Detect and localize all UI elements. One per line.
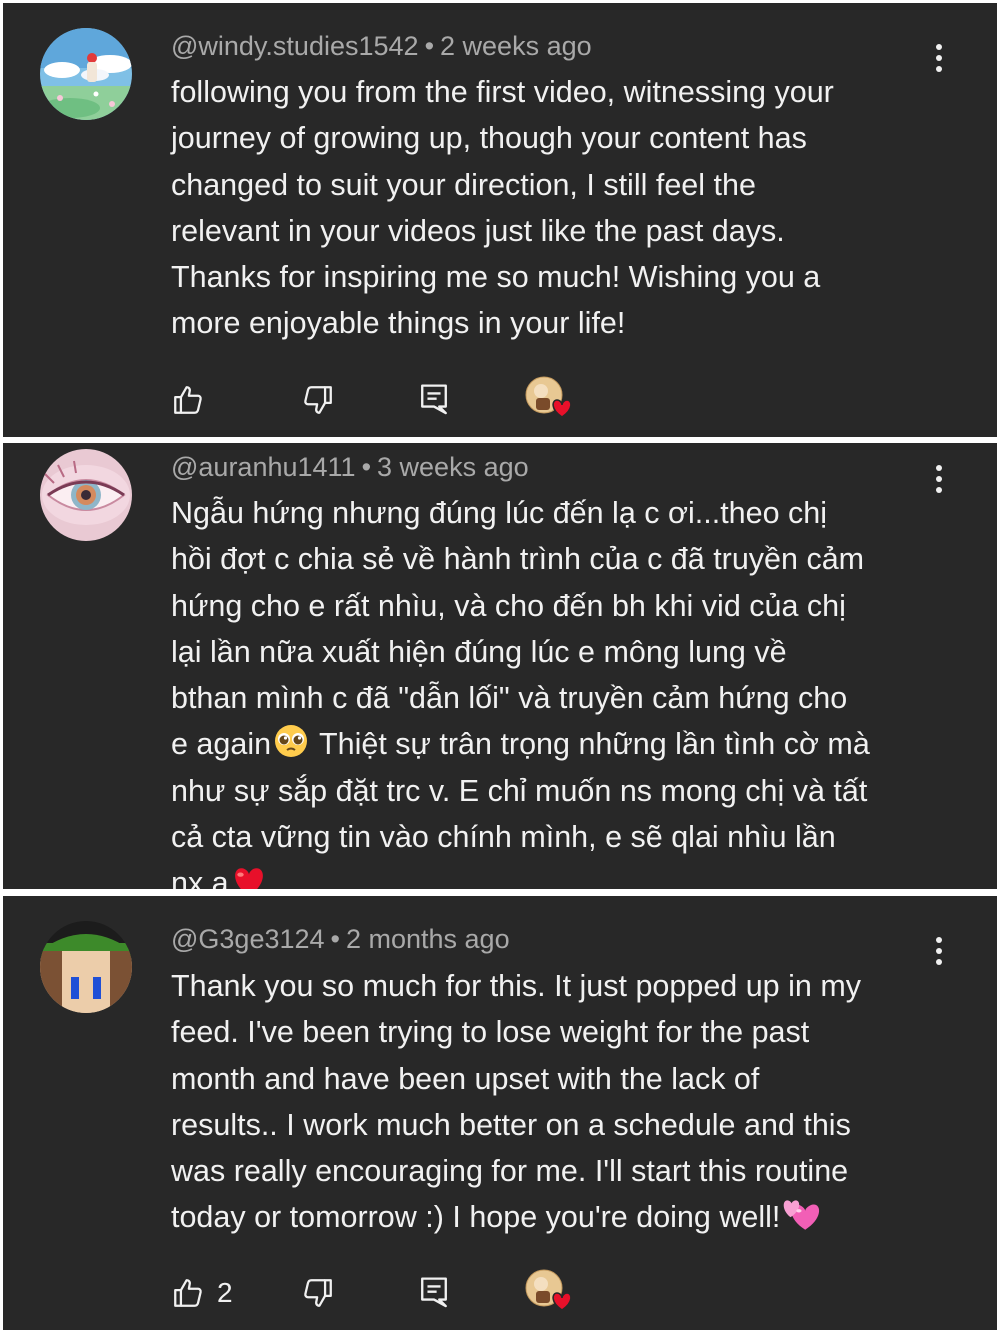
author-name[interactable]: @auranhu1411 <box>171 452 356 482</box>
meta-separator: • <box>424 31 435 61</box>
author-name[interactable]: @windy.studies1542 <box>171 31 419 61</box>
comment-actions <box>171 376 591 420</box>
meta-separator: • <box>361 452 372 482</box>
comment-text: Ngẫu hứng nhưng đúng lúc đến lạ c ơi...t… <box>171 490 961 889</box>
comment-line: bthan mình c đã "dẫn lối" và truyền cảm … <box>171 681 848 716</box>
comment-line: following you from the first video, witn… <box>171 75 834 109</box>
comment-line: more enjoyable things in your life! <box>171 306 626 341</box>
reply-comment-icon <box>421 384 447 415</box>
comment-card: @G3ge3124 • 2 months ago Thank you so much… <box>3 896 997 1330</box>
comment-actions: 2 <box>171 1269 591 1313</box>
comment-line: hồi đợt c chia sẻ về hành trình của c đã… <box>171 542 865 577</box>
comment-card: @windy.studies1542 • 2 weeks ago following… <box>3 3 997 437</box>
thumbs-down-icon <box>304 1279 332 1307</box>
dislike-button[interactable] <box>301 1273 335 1313</box>
comment-line-part: Thiệt sự trân trọng những lần tình cờ mà <box>311 727 870 762</box>
comment-line: journey of growing up, though your conte… <box>171 121 807 156</box>
comment-line: lại lần nữa xuất hiện đúng lúc e mông lu… <box>171 634 787 669</box>
thumbs-up-icon <box>174 1279 202 1307</box>
dislike-button[interactable] <box>301 380 335 420</box>
comment-line: Ngẫu hứng nhưng đúng lúc đến lạ c ơi...t… <box>171 496 828 530</box>
reply-button[interactable] <box>419 380 449 420</box>
comment-text: following you from the first video, witn… <box>171 69 961 347</box>
red-heart-emoji-icon <box>234 868 263 889</box>
comment-line: feed. I've been trying to lose weight fo… <box>171 1015 810 1050</box>
like-button[interactable]: 2 <box>171 1273 233 1313</box>
two-hearts-emoji-icon <box>784 1200 820 1231</box>
comment-line: relevant in your videos just like the pa… <box>171 213 785 248</box>
like-button[interactable] <box>171 380 205 420</box>
comment-line: Thank you so much for this. It just popp… <box>171 969 861 1003</box>
like-count: 2 <box>217 1277 233 1308</box>
comment-line: như sự sắp đặt trc v. E chỉ muốn ns mong… <box>171 773 868 808</box>
comment-line: changed to suit your direction, I still … <box>171 167 756 202</box>
comment-text: Thank you so much for this. It just popp… <box>171 963 961 1241</box>
comment-line: today or tomorrow :) I hope you're doing… <box>171 1194 961 1240</box>
avatar[interactable] <box>40 921 132 1013</box>
comment-line: Thanks for inspiring me so much! Wishing… <box>171 260 821 295</box>
thumbs-down-icon <box>304 386 332 414</box>
comment-meta: @G3ge3124 • 2 months ago <box>171 924 510 955</box>
comment-line: results.. I work much better on a schedu… <box>171 1107 851 1142</box>
comment-line: hứng cho e rất nhìu, và cho đến bh khi v… <box>171 588 846 623</box>
comment-card: @auranhu1411 • 3 weeks ago Ngẫu hứng nhưng… <box>3 443 997 889</box>
comment-line: was really encouraging for me. I'll star… <box>171 1154 849 1189</box>
comment-line-part: e again <box>171 727 272 762</box>
reply-comment-icon <box>421 1277 447 1308</box>
comment-meta: @auranhu1411 • 3 weeks ago <box>171 452 529 483</box>
thumbs-up-icon <box>174 386 202 414</box>
creator-heart-icon <box>525 374 575 420</box>
meta-separator: • <box>330 924 340 954</box>
comment-time[interactable]: 3 weeks ago <box>377 452 529 482</box>
creator-heart-icon <box>525 1267 575 1313</box>
reply-button[interactable] <box>419 1273 449 1313</box>
pleading-face-emoji-icon <box>275 725 308 758</box>
comment-line: e again Thiệt sự trân trọng những lần tì… <box>171 721 961 767</box>
comment-meta: @windy.studies1542 • 2 weeks ago <box>171 31 592 62</box>
comment-line: cả cta vững tin vào chính mình, e sẽ qla… <box>171 820 836 855</box>
author-name[interactable]: @G3ge3124 <box>171 924 325 954</box>
avatar[interactable] <box>40 28 132 120</box>
comment-line: nx a <box>171 860 961 889</box>
comment-line-part: nx a <box>171 866 229 889</box>
comment-time[interactable]: 2 months ago <box>346 924 510 954</box>
comment-line-part: today or tomorrow :) I hope you're doing… <box>171 1200 781 1235</box>
avatar[interactable] <box>40 449 132 541</box>
comment-line: month and have been upset with the lack … <box>171 1061 760 1096</box>
comment-time[interactable]: 2 weeks ago <box>440 31 592 61</box>
